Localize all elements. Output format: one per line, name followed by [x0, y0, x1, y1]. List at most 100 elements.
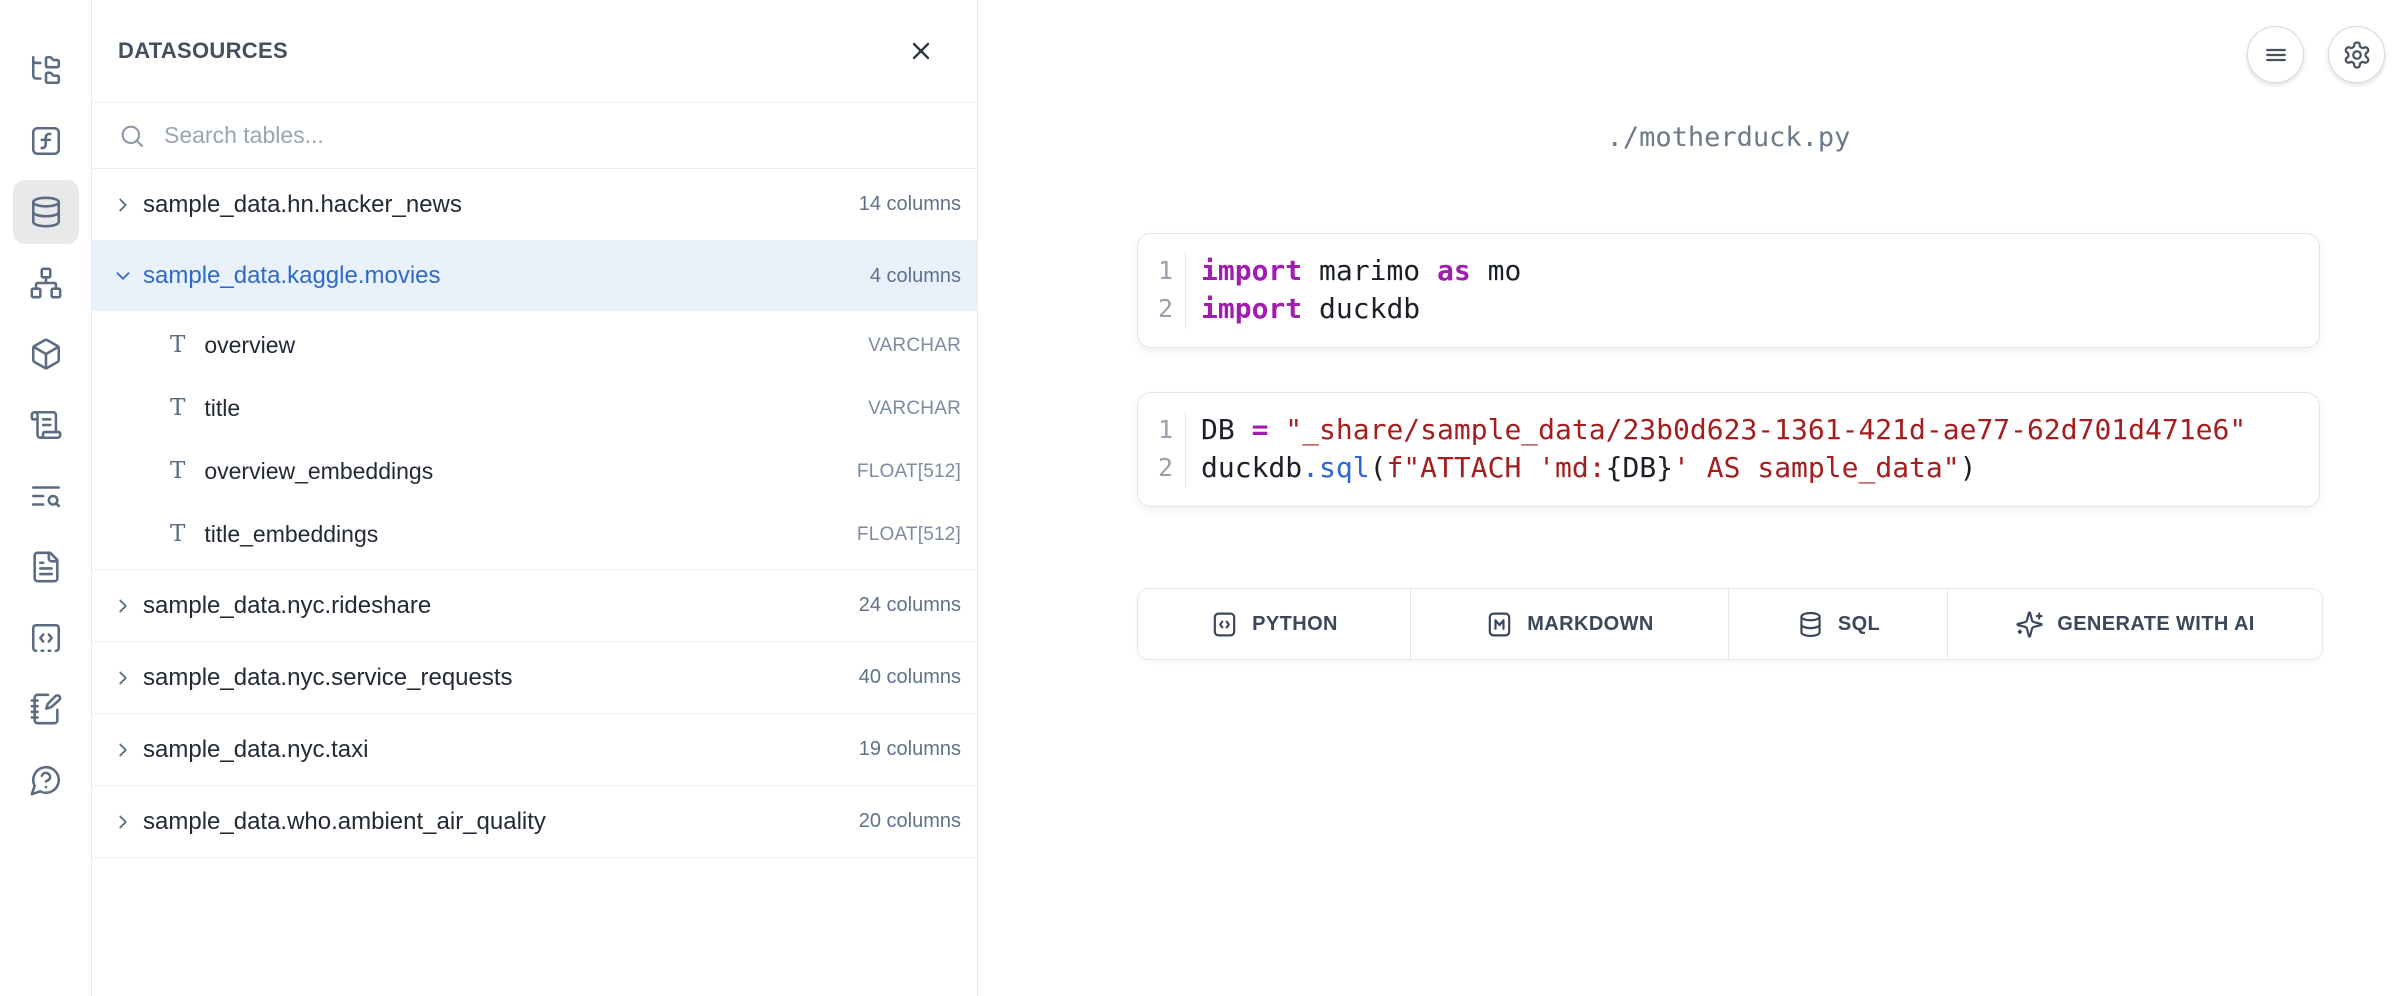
app-window: DATASOURCES sample_data.hn.hacker_news 1…	[0, 0, 2399, 996]
datasources-panel: DATASOURCES sample_data.hn.hacker_news 1…	[92, 0, 978, 996]
document-icon	[29, 550, 63, 584]
add-python-cell-button[interactable]: PYTHON	[1138, 589, 1411, 659]
chevron-right-icon	[112, 811, 134, 833]
table-column-count: 40 columns	[859, 666, 961, 689]
menu-button[interactable]	[2247, 26, 2304, 83]
line-number: 1	[1138, 252, 1185, 290]
table-name: sample_data.who.ambient_air_quality	[143, 808, 850, 836]
close-icon	[907, 37, 935, 65]
code-line: import duckdb	[1201, 290, 2319, 328]
generate-with-ai-button[interactable]: GENERATE WITH AI	[1948, 589, 2322, 659]
add-markdown-label: MARKDOWN	[1527, 613, 1654, 636]
search-input[interactable]	[162, 121, 961, 150]
sidebar-rail	[0, 0, 92, 996]
table-row-taxi[interactable]: sample_data.nyc.taxi 19 columns	[92, 714, 977, 786]
table-name: sample_data.nyc.service_requests	[143, 664, 850, 692]
column-name: overview_embeddings	[204, 458, 838, 485]
rail-item-dependencies[interactable]	[13, 251, 79, 315]
chevron-right-icon	[112, 595, 134, 617]
table-column-count: 19 columns	[859, 738, 961, 761]
rail-item-scratchpad[interactable]	[13, 677, 79, 741]
code-line: import marimo as mo	[1201, 252, 2319, 290]
package-icon	[29, 337, 63, 371]
rail-item-snippets[interactable]	[13, 606, 79, 670]
code-editor[interactable]: DB = "_share/sample_data/23b0d623-1361-4…	[1186, 411, 2319, 488]
add-markdown-cell-button[interactable]: MARKDOWN	[1411, 589, 1729, 659]
sparkles-icon	[2015, 610, 2044, 639]
panel-title: DATASOURCES	[118, 38, 288, 64]
rail-item-functions[interactable]	[13, 109, 79, 173]
line-number: 1	[1138, 411, 1185, 449]
add-sql-cell-button[interactable]: SQL	[1729, 589, 1948, 659]
text-search-icon	[29, 479, 63, 513]
notebook-filename[interactable]: ./motherduck.py	[1137, 122, 2320, 153]
search-icon	[118, 122, 146, 150]
table-column-count: 4 columns	[870, 265, 961, 288]
markdown-icon	[1485, 610, 1514, 639]
logs-icon	[29, 408, 63, 442]
close-panel-button[interactable]	[902, 32, 940, 70]
column-row-overview-embeddings[interactable]: T overview_embeddings FLOAT[512]	[92, 440, 977, 503]
add-cell-bar: PYTHON MARKDOWN SQL	[1137, 588, 2323, 660]
search-bar	[92, 103, 977, 169]
column-row-overview[interactable]: T overview VARCHAR	[92, 314, 977, 377]
top-actions	[2247, 26, 2385, 83]
database-icon	[29, 195, 63, 229]
column-row-title[interactable]: T title VARCHAR	[92, 377, 977, 440]
code-cell-imports[interactable]: 1 2 import marimo as mo import duckdb	[1137, 233, 2320, 348]
chevron-right-icon	[112, 194, 134, 216]
code-editor[interactable]: import marimo as mo import duckdb	[1186, 252, 2319, 329]
panel-header: DATASOURCES	[92, 0, 977, 103]
gear-icon	[2342, 40, 2372, 70]
add-sql-label: SQL	[1838, 613, 1880, 636]
scratchpad-icon	[29, 692, 63, 726]
column-type: VARCHAR	[868, 335, 961, 357]
table-name: sample_data.nyc.taxi	[143, 736, 850, 764]
column-type: VARCHAR	[868, 398, 961, 420]
rail-item-text-search[interactable]	[13, 464, 79, 528]
rail-item-datasources[interactable]	[13, 180, 79, 244]
column-type: FLOAT[512]	[857, 524, 961, 546]
table-row-hacker-news[interactable]: sample_data.hn.hacker_news 14 columns	[92, 169, 977, 241]
column-name: title	[204, 395, 849, 422]
column-name: title_embeddings	[204, 521, 838, 548]
table-name: sample_data.kaggle.movies	[143, 262, 861, 290]
table-columns-list: T overview VARCHAR T title VARCHAR T ove…	[92, 311, 977, 570]
code-square-icon	[1210, 610, 1239, 639]
rail-item-help[interactable]	[13, 748, 79, 812]
settings-button[interactable]	[2328, 26, 2385, 83]
notebook-pane: ./motherduck.py 1 2 import marimo as mo …	[978, 0, 2399, 996]
table-row-rideshare[interactable]: sample_data.nyc.rideshare 24 columns	[92, 570, 977, 642]
rail-item-file-explorer[interactable]	[13, 38, 79, 102]
dependency-graph-icon	[29, 266, 63, 300]
table-row-ambient-air-quality[interactable]: sample_data.who.ambient_air_quality 20 c…	[92, 786, 977, 858]
column-row-title-embeddings[interactable]: T title_embeddings FLOAT[512]	[92, 503, 977, 566]
varchar-type-icon: T	[170, 523, 185, 546]
column-name: overview	[204, 332, 849, 359]
table-row-kaggle-movies[interactable]: sample_data.kaggle.movies 4 columns	[92, 241, 977, 311]
table-row-service-requests[interactable]: sample_data.nyc.service_requests 40 colu…	[92, 642, 977, 714]
line-number-gutter: 1 2	[1138, 252, 1186, 329]
rail-item-packages[interactable]	[13, 322, 79, 386]
line-number: 2	[1138, 449, 1185, 487]
column-type: FLOAT[512]	[857, 461, 961, 483]
line-number-gutter: 1 2	[1138, 411, 1186, 488]
table-column-count: 20 columns	[859, 810, 961, 833]
function-icon	[29, 124, 63, 158]
generate-with-ai-label: GENERATE WITH AI	[2057, 613, 2255, 636]
rail-item-documentation[interactable]	[13, 535, 79, 599]
table-column-count: 14 columns	[859, 193, 961, 216]
code-snippets-icon	[29, 621, 63, 655]
varchar-type-icon: T	[170, 397, 185, 420]
varchar-type-icon: T	[170, 334, 185, 357]
rail-item-logs[interactable]	[13, 393, 79, 457]
chevron-right-icon	[112, 739, 134, 761]
code-cell-attach-db[interactable]: 1 2 DB = "_share/sample_data/23b0d623-13…	[1137, 392, 2320, 507]
chevron-right-icon	[112, 667, 134, 689]
code-line: duckdb.sql(f"ATTACH 'md:{DB}' AS sample_…	[1201, 449, 2319, 487]
hamburger-menu-icon	[2261, 40, 2291, 70]
chevron-down-icon	[112, 265, 134, 287]
file-tree-icon	[29, 53, 63, 87]
help-icon	[29, 763, 63, 797]
table-column-count: 24 columns	[859, 594, 961, 617]
